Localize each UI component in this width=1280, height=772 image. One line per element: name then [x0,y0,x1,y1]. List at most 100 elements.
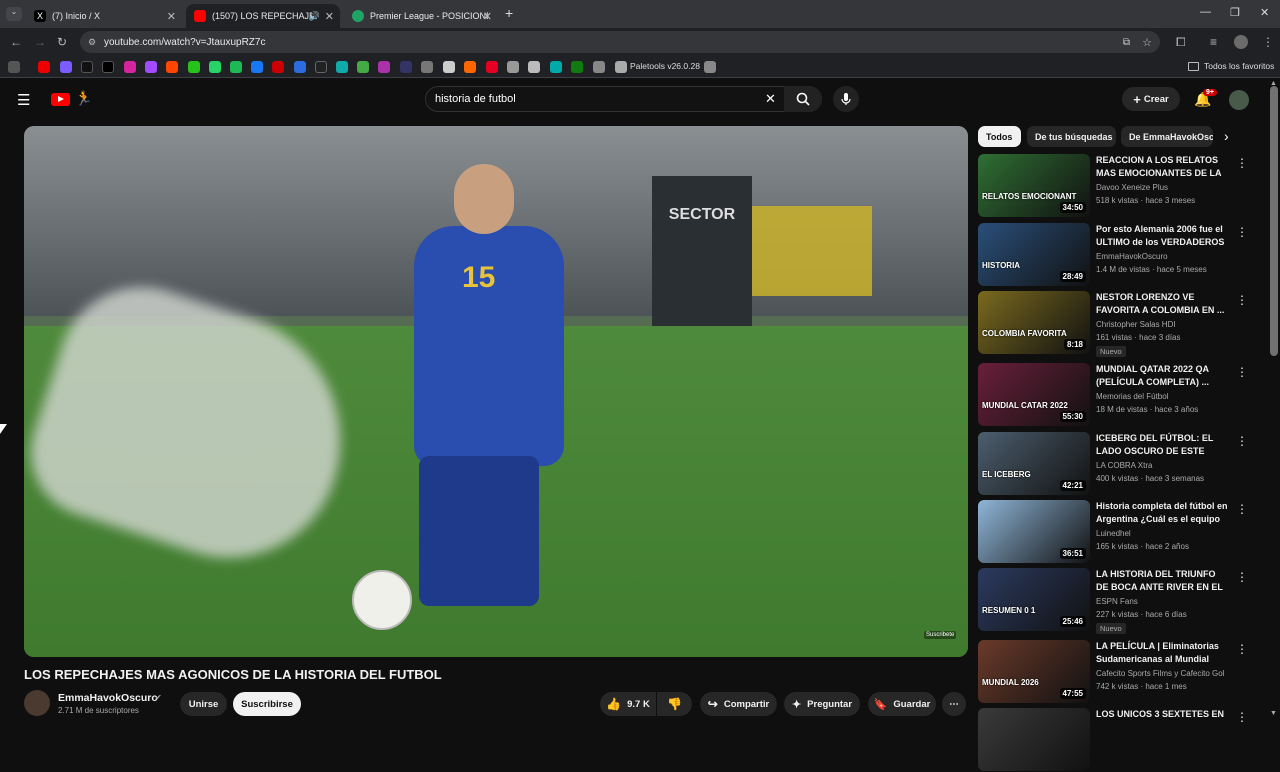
rec-item[interactable]: RELATOS EMOCIONANT 34:50 REACCION A LOS RE… [978,154,1258,218]
bookmark-icon-green[interactable] [357,61,369,73]
bookmark-icon-red[interactable] [272,61,284,73]
account-avatar[interactable] [1229,90,1249,110]
apps-grid-icon[interactable] [8,61,20,73]
subscribe-button[interactable]: Suscribirse [233,692,301,716]
chevron-right-icon[interactable]: › [1224,128,1229,144]
close-icon[interactable]: ✕ [483,10,492,23]
rec-thumbnail[interactable]: EL ICEBERG 42:21 [978,432,1090,495]
chip-from-channel[interactable]: De EmmaHavokOscuro [1121,126,1213,147]
rec-title[interactable]: Por esto Alemania 2006 fue el ULTIMO de … [1096,223,1228,249]
subscribe-watermark[interactable]: Suscribete [924,631,957,639]
save-button[interactable]: 🔖 Guardar [868,692,936,716]
tab-x[interactable]: X (7) Inicio / X ✕ [26,4,182,28]
new-tab-button[interactable]: + [505,5,513,21]
x-bookmark-icon[interactable] [102,61,114,73]
rec-title[interactable]: LOS UNICOS 3 SEXTETES EN [1096,708,1228,721]
rec-thumbnail[interactable]: COLOMBIA FAVORITA 8:18 [978,291,1090,354]
bookmark-icon-silver[interactable] [507,61,519,73]
close-icon[interactable]: ✕ [167,10,176,23]
channel-name[interactable]: EmmaHavokOscuro [58,692,158,704]
more-vertical-icon[interactable]: ⋮ [1236,642,1248,656]
install-icon[interactable]: ⧉ [1123,37,1130,48]
rec-channel[interactable]: Davoo Xeneize Plus [1096,183,1168,192]
rec-channel[interactable]: Luinedhel [1096,529,1131,538]
rec-thumbnail[interactable]: MUNDIAL 2026 47:55 [978,640,1090,703]
profile-avatar[interactable] [1234,35,1248,49]
more-vertical-icon[interactable]: ⋮ [1236,225,1248,239]
xbox-bookmark-icon[interactable] [571,61,583,73]
bookmark-icon-navy[interactable] [400,61,412,73]
rec-channel[interactable]: Cafecito Sports Films y Cafecito Gol [1096,669,1224,678]
rec-item[interactable]: LOS UNICOS 3 SEXTETES EN ⋮ [978,708,1258,772]
youtube-bookmark-icon[interactable] [38,61,50,73]
whatsapp-bookmark-icon[interactable] [209,61,221,73]
more-vertical-icon[interactable]: ⋮ [1236,365,1248,379]
youtube-logo-icon[interactable] [51,93,70,106]
bookmark-icon-blue[interactable] [294,61,306,73]
clear-search-icon[interactable]: ✕ [765,91,776,107]
scroll-down-icon[interactable]: ▼ [1270,710,1277,717]
bookmark-icon-gray[interactable] [421,61,433,73]
back-icon[interactable]: ← [10,35,22,49]
site-info-icon[interactable]: ⚙ [88,37,96,48]
bookmark-icon-orange[interactable] [464,61,476,73]
channel-avatar[interactable] [24,690,50,716]
chat-bookmark-icon[interactable] [145,61,157,73]
bookmark-icon-light[interactable] [443,61,455,73]
tab-premier[interactable]: Premier League - POSICIONES ✕ [344,4,498,28]
bookmark-icon-doc[interactable] [528,61,540,73]
rec-channel[interactable]: Memorias del Fútbol [1096,392,1168,401]
bookmark-paletools[interactable]: Paletools v26.0.28 [630,61,700,71]
rec-thumbnail[interactable]: RELATOS EMOCIONANT 34:50 [978,154,1090,217]
rec-title[interactable]: LA PELÍCULA | Eliminatorias Sudamericana… [1096,640,1228,666]
close-window-icon[interactable]: ✕ [1260,6,1269,19]
more-vertical-icon[interactable]: ⋮ [1236,293,1248,307]
hamburger-menu-icon[interactable]: ☰ [17,91,30,109]
video-player[interactable]: SECTOR 15 Suscribete [24,126,968,657]
pinterest-bookmark-icon[interactable] [486,61,498,73]
chip-all[interactable]: Todos [978,126,1021,147]
share-button[interactable]: ↪ Compartir [700,692,777,716]
rec-item[interactable]: HISTORIA 28:49 Por esto Alemania 2006 fue … [978,223,1258,287]
bookmark-icon-dark[interactable] [315,61,327,73]
reload-icon[interactable]: ↻ [57,35,67,49]
rec-item[interactable]: MUNDIAL 2026 47:55 LA PELÍCULA | Eliminato… [978,640,1258,704]
bookmark-icon-cyan[interactable] [550,61,562,73]
tab-search-button[interactable]: ⌄ [6,7,22,21]
more-vertical-icon[interactable]: ⋮ [1236,502,1248,516]
rec-thumbnail[interactable]: RESUMEN 0 1 25:46 [978,568,1090,631]
bookmark-icon-purple[interactable] [378,61,390,73]
rec-thumbnail[interactable] [978,708,1090,771]
rec-title[interactable]: NESTOR LORENZO VE FAVORITA A COLOMBIA EN… [1096,291,1228,317]
bookmark-icon-teal[interactable] [336,61,348,73]
rec-channel[interactable]: LA COBRA Xtra [1096,461,1152,470]
rec-item[interactable]: MUNDIAL CATAR 2022 55:30 MUNDIAL QATAR 202… [978,363,1258,427]
rec-item[interactable]: RESUMEN 0 1 25:46 LA HISTORIA DEL TRIUNFO … [978,568,1258,634]
search-button[interactable] [784,86,822,112]
chip-from-searches[interactable]: De tus búsquedas [1027,126,1116,147]
search-input[interactable]: historia de futbol ✕ [425,86,822,112]
dislike-button[interactable]: 👎 [657,692,692,716]
bookmark-icon-globe[interactable] [593,61,605,73]
more-vertical-icon[interactable]: ⋮ [1236,434,1248,448]
rec-thumbnail[interactable]: MUNDIAL CATAR 2022 55:30 [978,363,1090,426]
extensions-icon[interactable]: ⧠ [1176,35,1186,50]
rec-channel[interactable]: EmmaHavokOscuro [1096,252,1168,261]
more-vertical-icon[interactable]: ⋮ [1236,570,1248,584]
bookmark-icon-globe2[interactable] [704,61,716,73]
page-scrollbar[interactable] [1270,86,1278,356]
ask-button[interactable]: ✦ Preguntar [784,692,860,716]
spotify-bookmark-icon[interactable] [230,61,242,73]
rec-title[interactable]: MUNDIAL QATAR 2022 QA (PELÍCULA COMPLETA… [1096,363,1228,389]
rec-title[interactable]: ICEBERG DEL FÚTBOL: EL LADO OSCURO DE ES… [1096,432,1228,458]
facebook-bookmark-icon[interactable] [251,61,263,73]
instagram-bookmark-icon[interactable] [124,61,136,73]
rec-thumbnail[interactable]: HISTORIA 28:49 [978,223,1090,286]
scroll-up-icon[interactable]: ▲ [1270,80,1277,87]
rec-title[interactable]: REACCION A LOS RELATOS MAS EMOCIONANTES … [1096,154,1228,180]
minimize-icon[interactable]: — [1200,6,1211,18]
voice-search-button[interactable] [833,86,859,112]
media-icon[interactable]: ≡ [1210,35,1217,49]
join-button[interactable]: Unirse [180,692,227,716]
bookmark-all-folder[interactable]: Todos los favoritos [1204,61,1274,71]
